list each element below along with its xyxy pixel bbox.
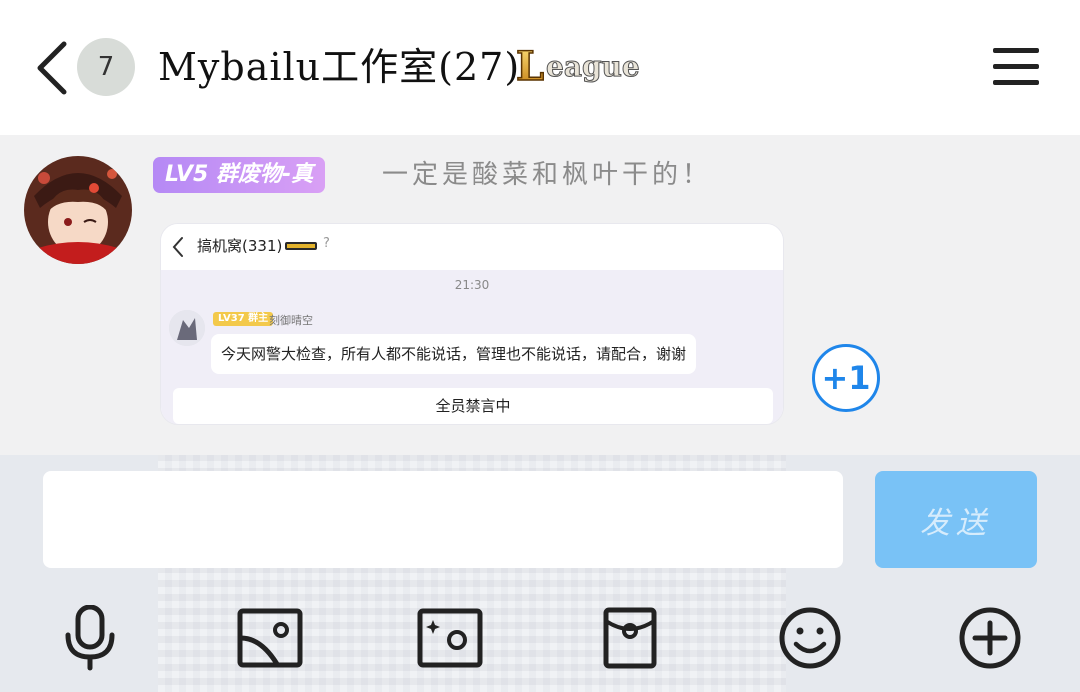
help-icon: ? [323,236,330,251]
voice-button[interactable] [57,605,123,671]
sender-avatar[interactable] [24,156,132,264]
screenshot-message-bubble: 今天网警大检查，所有人都不能说话，管理也不能说话，请配合，谢谢 [211,334,697,374]
more-button[interactable] [957,605,1023,671]
league-tag-icon [285,242,317,250]
message-input[interactable] [43,471,843,568]
emoji-icon [779,607,841,669]
svg-text:eague: eague [546,50,640,83]
screenshot-title: 搞机窝(331) [197,237,283,255]
hamburger-menu-icon [993,48,1039,85]
screenshot-level-badge: LV37 群主 [213,312,274,326]
screenshot-body: 21:30 LV37 群主 刻御晴空 今天网警大检查，所有人都不能说话，管理也不… [161,270,783,424]
menu-button[interactable] [993,46,1039,88]
message-list[interactable]: LV5 群废物-真 一定是酸菜和枫叶干的！ 搞机窝(331) ? 21:30 L… [0,135,1080,455]
screenshot-time: 21:30 [454,278,490,292]
chat-header: 7 Mybailu工作室(27) L eague [0,0,1080,135]
chevron-left-icon [172,237,183,257]
svg-text:L: L [516,43,544,90]
sender-name[interactable]: 一定是酸菜和枫叶干的！ [382,157,712,193]
screenshot-mute-banner: 全员禁言中 [173,388,773,424]
composer: 发送 [0,455,1080,692]
unread-count-badge[interactable]: 7 [77,38,135,96]
back-button[interactable] [32,38,72,98]
emoji-button[interactable] [777,605,843,671]
image-message[interactable]: 搞机窝(331) ? 21:30 LV37 群主 刻御晴空 今天网警大检查，所有… [160,223,784,425]
screenshot-avatar [169,310,205,346]
image-icon [237,608,303,668]
camera-button[interactable] [417,605,483,671]
microphone-icon [65,605,115,671]
group-title: Mybailu工作室(27) [158,45,521,89]
screenshot-header: 搞机窝(331) ? [161,224,783,270]
red-packet-icon [603,607,657,669]
camera-icon [417,608,483,668]
league-logo: L eague [512,36,642,92]
screenshot-sender: 刻御晴空 [269,314,313,327]
plus-one-button[interactable]: +1 [812,344,880,412]
member-level-badge: LV5 群废物-真 [153,157,326,193]
send-button[interactable]: 发送 [875,471,1037,568]
plus-icon [959,607,1021,669]
red-packet-button[interactable] [597,605,663,671]
gallery-button[interactable] [237,605,303,671]
chevron-left-icon [37,41,67,95]
